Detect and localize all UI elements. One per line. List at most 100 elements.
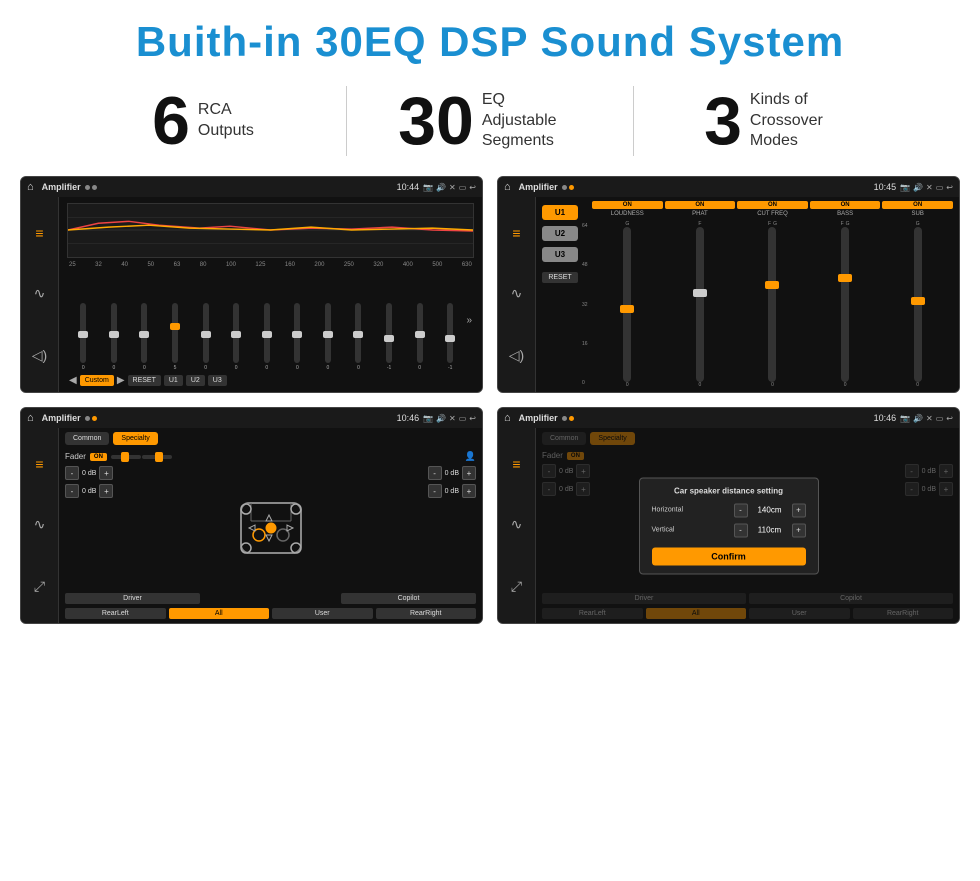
crossover-reset-btn[interactable]: RESET	[542, 272, 578, 283]
expand-icon-3[interactable]: ⤢	[34, 578, 45, 595]
rearleft-btn-2: RearLeft	[542, 608, 643, 619]
phat-slider[interactable]	[696, 227, 704, 382]
vertical-row: Vertical - 110cm +	[652, 523, 806, 537]
bass-on: ON	[810, 201, 881, 209]
u1-select-btn[interactable]: U1	[542, 205, 578, 220]
fader-label-row: Fader ON 👤	[65, 451, 476, 462]
sub-label: SUB	[882, 211, 953, 217]
profile-icon[interactable]: 👤	[465, 451, 476, 462]
dot3	[562, 185, 567, 190]
horizontal-plus-btn[interactable]: +	[792, 503, 806, 517]
wave-icon-3[interactable]: ∿	[34, 516, 46, 533]
home-icon-4[interactable]: ⌂	[504, 412, 511, 424]
topbar-title-crossover: Amplifier	[519, 182, 558, 192]
eq-icon[interactable]: ≡	[35, 225, 43, 241]
vol-minus-4[interactable]: -	[428, 484, 442, 498]
driver-btn[interactable]: Driver	[65, 593, 200, 604]
all-btn[interactable]: All	[169, 608, 270, 619]
loudness-slider[interactable]	[623, 227, 631, 382]
back-icon-3[interactable]: ↩	[469, 414, 476, 423]
back-icon-4[interactable]: ↩	[946, 414, 953, 423]
rearleft-btn[interactable]: RearLeft	[65, 608, 166, 619]
wave-icon[interactable]: ∿	[34, 285, 46, 302]
cutfreq-slider[interactable]	[768, 227, 776, 382]
eq-icon-4[interactable]: ≡	[512, 456, 520, 472]
bass-slider[interactable]	[841, 227, 849, 382]
vol-minus-3[interactable]: -	[428, 466, 442, 480]
ch-loudness: ON LOUDNESS	[592, 201, 663, 219]
stat-crossover-number: 3	[704, 87, 742, 155]
expand-icon[interactable]: »	[467, 315, 473, 326]
speaker-icon-2[interactable]: ◁)	[509, 347, 524, 364]
prev-icon[interactable]: ◀	[69, 375, 77, 386]
h-thumb-1	[121, 452, 129, 462]
stat-crossover: 3 Kinds ofCrossover Modes	[634, 87, 920, 155]
wave-icon-2[interactable]: ∿	[511, 285, 523, 302]
fader-label-row-2: Fader ON	[542, 451, 953, 460]
h-slider-2[interactable]	[142, 455, 172, 459]
screen-body-eq: ≡ ∿ ◁) 2532405063 80100125160200	[21, 197, 482, 392]
bass-label: BASS	[810, 211, 881, 217]
confirm-button[interactable]: Confirm	[652, 547, 806, 565]
sub-slider[interactable]	[914, 227, 922, 382]
vol-val-2: 0 dB	[82, 488, 96, 495]
specialty-tab[interactable]: Specialty	[113, 432, 157, 445]
vol-minus-2[interactable]: -	[65, 484, 79, 498]
u1-btn[interactable]: U1	[164, 375, 183, 386]
eq-slider-8: 0	[283, 303, 312, 371]
vertical-minus-btn[interactable]: -	[734, 523, 748, 537]
eq-icon-2[interactable]: ≡	[512, 225, 520, 241]
horizontal-minus-btn[interactable]: -	[734, 503, 748, 517]
home-icon-2[interactable]: ⌂	[504, 181, 511, 193]
back-icon[interactable]: ↩	[469, 183, 476, 192]
expand-icon-4[interactable]: ⤢	[511, 578, 522, 595]
copilot-btn[interactable]: Copilot	[341, 593, 476, 604]
speaker-icon[interactable]: ◁)	[32, 347, 47, 364]
rearright-btn[interactable]: RearRight	[376, 608, 477, 619]
custom-btn[interactable]: Custom	[80, 375, 114, 386]
vol-row-3: - 0 dB +	[428, 466, 476, 480]
vertical-value: 110cm	[751, 526, 789, 535]
page-title: Buith-in 30EQ DSP Sound System	[0, 0, 980, 76]
vol-plus-2[interactable]: +	[99, 484, 113, 498]
dot7	[562, 416, 567, 421]
eq-slider-5: 0	[191, 303, 220, 371]
back-icon-2[interactable]: ↩	[946, 183, 953, 192]
topbar-distance: ⌂ Amplifier 10:46 📷 🔊 ✕ ▭ ↩	[498, 408, 959, 428]
all-btn-2: All	[646, 608, 747, 619]
eq-graph	[67, 203, 474, 258]
camera-icon: 📷	[423, 183, 433, 192]
eq-slider-10: 0	[344, 303, 373, 371]
next-icon[interactable]: ▶	[117, 375, 125, 386]
common-tab[interactable]: Common	[65, 432, 109, 445]
vol-m4: -	[905, 482, 919, 496]
vol-plus-1[interactable]: +	[99, 466, 113, 480]
stat-rca-number: 6	[152, 87, 190, 155]
eq-icon-3[interactable]: ≡	[35, 456, 43, 472]
u3-select-btn[interactable]: U3	[542, 247, 578, 262]
dot8	[569, 416, 574, 421]
reset-btn[interactable]: RESET	[128, 375, 161, 386]
vertical-control: - 110cm +	[734, 523, 806, 537]
u2-select-btn[interactable]: U2	[542, 226, 578, 241]
eq-sliders: 0 0 0 5 0	[67, 270, 474, 371]
user-btn[interactable]: User	[272, 608, 373, 619]
topbar-title-fader: Amplifier	[42, 413, 81, 423]
fader-label: Fader	[65, 452, 86, 461]
vol-plus-3[interactable]: +	[462, 466, 476, 480]
topbar-eq: ⌂ Amplifier 10:44 📷 🔊 ✕ ▭ ↩	[21, 177, 482, 197]
vertical-plus-btn[interactable]: +	[792, 523, 806, 537]
status-dots-2	[562, 185, 574, 190]
vol-p4: +	[939, 482, 953, 496]
wave-icon-4[interactable]: ∿	[511, 516, 523, 533]
home-icon[interactable]: ⌂	[27, 181, 34, 193]
rearright-btn-2: RearRight	[853, 608, 954, 619]
u2-btn[interactable]: U2	[186, 375, 205, 386]
home-icon-3[interactable]: ⌂	[27, 412, 34, 424]
vol-minus-1[interactable]: -	[65, 466, 79, 480]
vol-plus-4[interactable]: +	[462, 484, 476, 498]
h-slider-1[interactable]	[111, 455, 141, 459]
dialog-title: Car speaker distance setting	[652, 486, 806, 495]
u3-btn[interactable]: U3	[208, 375, 227, 386]
eq-content: 2532405063 80100125160200 25032040050063…	[59, 197, 482, 392]
